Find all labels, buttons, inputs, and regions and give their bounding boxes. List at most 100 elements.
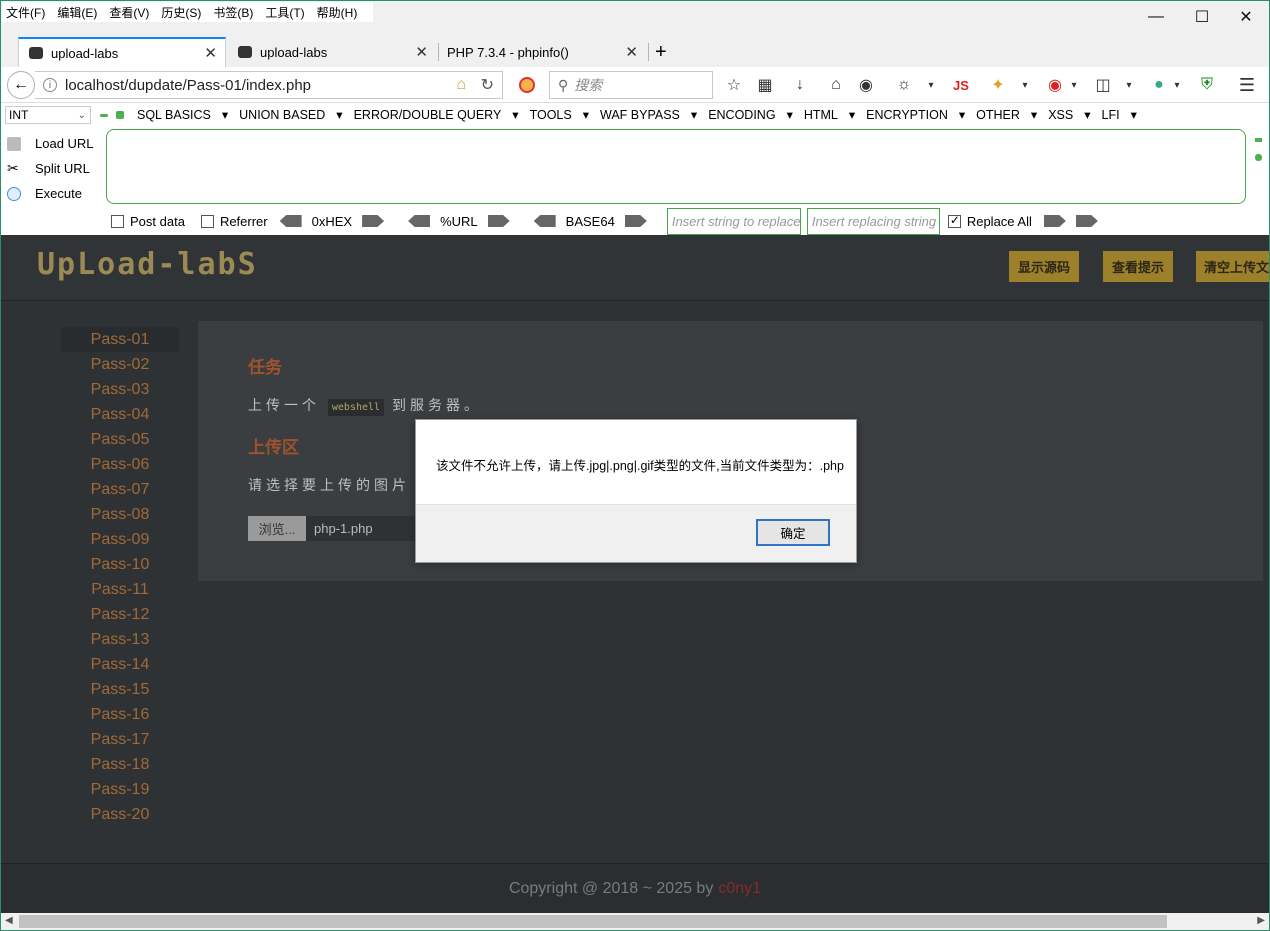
menu-bookmarks[interactable]: 书签(B) xyxy=(213,4,253,21)
download-icon[interactable]: ↓ xyxy=(790,75,810,95)
sidebar-item-pass-07[interactable]: Pass-07 xyxy=(61,477,179,502)
extension-icon[interactable]: ● xyxy=(1149,75,1169,95)
dropdown-icon[interactable]: ▾ xyxy=(1119,75,1139,95)
tab-close-icon[interactable]: ✕ xyxy=(625,43,638,61)
sidebar-item-pass-02[interactable]: Pass-02 xyxy=(61,352,179,377)
url-text[interactable]: localhost/dupdate/Pass-01/index.php xyxy=(65,77,311,94)
replace-all-checkbox[interactable] xyxy=(947,213,961,228)
url-encode-arrow-icon[interactable] xyxy=(487,215,510,227)
plus-icon[interactable] xyxy=(116,111,124,119)
tab-close-icon[interactable]: ✕ xyxy=(204,44,217,62)
hex-decode-arrow-icon[interactable] xyxy=(279,215,302,227)
menu-file[interactable]: 文件(F) xyxy=(6,4,45,21)
scrollbar-thumb[interactable] xyxy=(19,915,1167,928)
home-icon[interactable]: ⌂ xyxy=(456,76,466,94)
post-data-checkbox[interactable] xyxy=(111,214,124,228)
hamburger-menu-icon[interactable]: ☰ xyxy=(1237,75,1257,95)
bug-icon[interactable]: ✦ xyxy=(988,75,1008,95)
minus-icon[interactable] xyxy=(100,114,108,117)
base64-encode-arrow-icon[interactable] xyxy=(624,215,647,227)
sidebar-item-pass-03[interactable]: Pass-03 xyxy=(61,377,179,402)
dropdown-icon[interactable]: ▾ xyxy=(921,75,941,95)
menu-help[interactable]: 帮助(H) xyxy=(317,4,358,21)
footer-author-link[interactable]: c0ny1 xyxy=(718,880,761,898)
ok-button[interactable]: 确定 xyxy=(756,519,830,546)
tab-upload-labs-2[interactable]: upload-labs ✕ xyxy=(228,37,436,67)
scroll-right-icon[interactable]: ▶ xyxy=(1257,915,1265,926)
sidebar-item-pass-10[interactable]: Pass-10 xyxy=(61,552,179,577)
back-arrow-icon[interactable]: ← xyxy=(7,71,35,99)
collapse-icon[interactable] xyxy=(1255,138,1262,142)
menu-edit[interactable]: 编辑(E) xyxy=(57,4,97,21)
sidebar-item-pass-20[interactable]: Pass-20 xyxy=(61,802,179,827)
sidebar-item-pass-17[interactable]: Pass-17 xyxy=(61,727,179,752)
search-input[interactable]: ⚲ 搜索 xyxy=(549,71,713,99)
dropdown-icon[interactable]: ▾ xyxy=(1015,75,1035,95)
hb-menu-encryption[interactable]: ENCRYPTION ▾ xyxy=(866,107,965,122)
library-icon[interactable]: ▦ xyxy=(755,75,775,95)
tab-upload-labs-1[interactable]: upload-labs ✕ xyxy=(18,37,226,67)
replace-arrow-icon[interactable] xyxy=(1043,215,1066,227)
insert-string-input[interactable]: Insert string to replace xyxy=(666,207,801,235)
replace-arrow-2-icon[interactable] xyxy=(1075,215,1098,227)
split-url-button[interactable]: ✂ Split URL xyxy=(7,156,94,181)
home-toolbar-icon[interactable]: ⌂ xyxy=(826,75,846,95)
browse-button[interactable]: 浏览... xyxy=(248,516,306,541)
sidebar-item-pass-15[interactable]: Pass-15 xyxy=(61,677,179,702)
sidebar-item-pass-19[interactable]: Pass-19 xyxy=(61,777,179,802)
show-source-button[interactable]: 显示源码 xyxy=(1009,251,1079,282)
tab-phpinfo[interactable]: PHP 7.3.4 - phpinfo() ✕ xyxy=(438,37,646,67)
sidebar-item-pass-11[interactable]: Pass-11 xyxy=(61,577,179,602)
expand-icon[interactable] xyxy=(1255,154,1262,161)
sidebar-item-pass-13[interactable]: Pass-13 xyxy=(61,627,179,652)
scroll-left-icon[interactable]: ◀ xyxy=(5,915,13,926)
hb-menu-other[interactable]: OTHER ▾ xyxy=(976,107,1037,122)
sidebar-item-pass-04[interactable]: Pass-04 xyxy=(61,402,179,427)
tab-close-icon[interactable]: ✕ xyxy=(415,43,428,61)
star-icon[interactable]: ☆ xyxy=(724,75,744,95)
hb-menu-html[interactable]: HTML ▾ xyxy=(804,107,855,122)
horizontal-scrollbar[interactable]: ◀ ▶ xyxy=(1,913,1269,930)
sidebar-item-pass-05[interactable]: Pass-05 xyxy=(61,427,179,452)
reload-icon[interactable]: ↻ xyxy=(481,75,494,95)
sidebar-item-pass-09[interactable]: Pass-09 xyxy=(61,527,179,552)
record-icon[interactable]: ◉ xyxy=(1045,75,1065,95)
sidebar-item-pass-01[interactable]: Pass-01 xyxy=(61,327,179,352)
base64-decode-arrow-icon[interactable] xyxy=(533,215,556,227)
dropdown-icon[interactable]: ▾ xyxy=(1167,75,1187,95)
url-bar[interactable]: i localhost/dupdate/Pass-01/index.php ⌂ … xyxy=(35,71,503,99)
hb-menu-union-based[interactable]: UNION BASED ▾ xyxy=(239,107,342,122)
sidebar-item-pass-06[interactable]: Pass-06 xyxy=(61,452,179,477)
hb-menu-xss[interactable]: XSS ▾ xyxy=(1048,107,1090,122)
hackbar-url-textarea[interactable] xyxy=(106,129,1246,204)
view-hint-button[interactable]: 查看提示 xyxy=(1103,251,1173,282)
page-icon[interactable]: ◫ xyxy=(1093,75,1113,95)
sidebar-item-pass-14[interactable]: Pass-14 xyxy=(61,652,179,677)
sidebar-item-pass-18[interactable]: Pass-18 xyxy=(61,752,179,777)
execute-button[interactable]: Execute xyxy=(7,181,94,206)
menu-tools[interactable]: 工具(T) xyxy=(265,4,304,21)
new-tab-icon[interactable]: + xyxy=(655,37,679,67)
hb-menu-error-double[interactable]: ERROR/DOUBLE QUERY ▾ xyxy=(354,107,519,122)
hb-menu-sql-basics[interactable]: SQL BASICS ▾ xyxy=(137,107,228,122)
hb-menu-tools[interactable]: TOOLS ▾ xyxy=(530,107,589,122)
load-url-button[interactable]: Load URL xyxy=(7,131,94,156)
menu-view[interactable]: 查看(V) xyxy=(109,4,149,21)
sidebar-item-pass-16[interactable]: Pass-16 xyxy=(61,702,179,727)
replacing-string-input[interactable]: Insert replacing string xyxy=(806,207,940,235)
js-icon[interactable]: JS xyxy=(951,75,971,95)
hb-menu-lfi[interactable]: LFI ▾ xyxy=(1102,107,1137,122)
info-icon[interactable]: i xyxy=(43,78,57,92)
hackbar-type-select[interactable]: INT ⌄ xyxy=(5,106,91,124)
blocker-icon[interactable] xyxy=(519,77,535,93)
hb-menu-waf-bypass[interactable]: WAF BYPASS ▾ xyxy=(600,107,697,122)
dropdown-icon[interactable]: ▾ xyxy=(1064,75,1084,95)
sidebar-item-pass-08[interactable]: Pass-08 xyxy=(61,502,179,527)
menu-history[interactable]: 历史(S) xyxy=(161,4,201,21)
clear-uploads-button[interactable]: 清空上传文 xyxy=(1196,251,1269,282)
hb-menu-encoding[interactable]: ENCODING ▾ xyxy=(708,107,793,122)
shield-icon[interactable]: ⛨ xyxy=(1197,75,1217,95)
referrer-checkbox[interactable] xyxy=(200,214,214,228)
palette-icon[interactable]: ☼ xyxy=(894,75,914,95)
url-decode-arrow-icon[interactable] xyxy=(408,215,431,227)
